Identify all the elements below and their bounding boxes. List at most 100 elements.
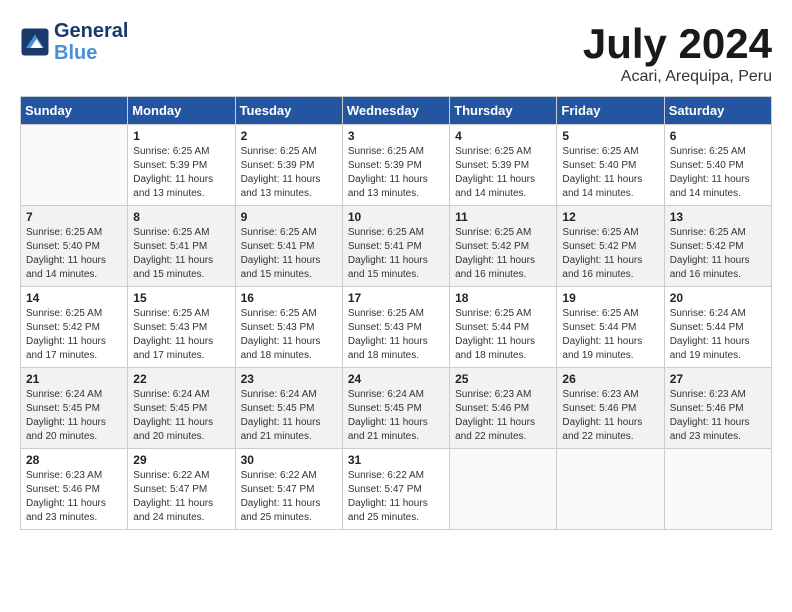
- day-number: 24: [348, 372, 444, 386]
- calendar-cell: 9 Sunrise: 6:25 AM Sunset: 5:41 PM Daylig…: [235, 206, 342, 287]
- location-subtitle: Acari, Arequipa, Peru: [583, 68, 772, 86]
- day-info: Sunrise: 6:25 AM Sunset: 5:41 PM Dayligh…: [133, 226, 229, 282]
- calendar-cell: [557, 449, 664, 530]
- day-info: Sunrise: 6:25 AM Sunset: 5:42 PM Dayligh…: [670, 226, 766, 282]
- day-info: Sunrise: 6:24 AM Sunset: 5:45 PM Dayligh…: [348, 388, 444, 444]
- calendar-week-row: 7 Sunrise: 6:25 AM Sunset: 5:40 PM Daylig…: [21, 206, 772, 287]
- calendar-cell: 6 Sunrise: 6:25 AM Sunset: 5:40 PM Daylig…: [664, 125, 771, 206]
- calendar-cell: 24 Sunrise: 6:24 AM Sunset: 5:45 PM Dayli…: [342, 368, 449, 449]
- logo: General Blue: [20, 20, 128, 64]
- calendar-cell: 8 Sunrise: 6:25 AM Sunset: 5:41 PM Daylig…: [128, 206, 235, 287]
- day-header-tuesday: Tuesday: [235, 97, 342, 125]
- day-info: Sunrise: 6:25 AM Sunset: 5:41 PM Dayligh…: [241, 226, 337, 282]
- day-number: 8: [133, 210, 229, 224]
- calendar-week-row: 1 Sunrise: 6:25 AM Sunset: 5:39 PM Daylig…: [21, 125, 772, 206]
- day-header-saturday: Saturday: [664, 97, 771, 125]
- day-number: 7: [26, 210, 122, 224]
- page-header: General Blue July 2024 Acari, Arequipa, …: [20, 20, 772, 86]
- calendar-cell: 18 Sunrise: 6:25 AM Sunset: 5:44 PM Dayli…: [450, 287, 557, 368]
- day-info: Sunrise: 6:25 AM Sunset: 5:42 PM Dayligh…: [26, 307, 122, 363]
- calendar-header-row: SundayMondayTuesdayWednesdayThursdayFrid…: [21, 97, 772, 125]
- calendar-cell: 19 Sunrise: 6:25 AM Sunset: 5:44 PM Dayli…: [557, 287, 664, 368]
- logo-text-line1: General: [54, 20, 128, 42]
- day-info: Sunrise: 6:25 AM Sunset: 5:44 PM Dayligh…: [562, 307, 658, 363]
- day-number: 3: [348, 129, 444, 143]
- calendar-cell: 16Sunrise: 6:25 AM Sunset: 5:43 PM Dayli…: [235, 287, 342, 368]
- logo-text-line2: Blue: [54, 42, 128, 64]
- day-number: 23: [241, 372, 337, 386]
- day-header-monday: Monday: [128, 97, 235, 125]
- day-info: Sunrise: 6:25 AM Sunset: 5:39 PM Dayligh…: [348, 145, 444, 201]
- day-number: 20: [670, 291, 766, 305]
- day-number: 30: [241, 453, 337, 467]
- day-number: 13: [670, 210, 766, 224]
- day-number: 9: [241, 210, 337, 224]
- day-info: Sunrise: 6:25 AM Sunset: 5:39 PM Dayligh…: [455, 145, 551, 201]
- day-info: Sunrise: 6:22 AM Sunset: 5:47 PM Dayligh…: [133, 469, 229, 525]
- calendar-cell: 17 Sunrise: 6:25 AM Sunset: 5:43 PM Dayli…: [342, 287, 449, 368]
- day-number: 26: [562, 372, 658, 386]
- day-info: Sunrise: 6:23 AM Sunset: 5:46 PM Dayligh…: [26, 469, 122, 525]
- day-info: Sunrise: 6:25 AM Sunset: 5:40 PM Dayligh…: [562, 145, 658, 201]
- day-info: Sunrise: 6:25 AM Sunset: 5:40 PM Dayligh…: [26, 226, 122, 282]
- day-number: 11: [455, 210, 551, 224]
- day-info: Sunrise: 6:25 AM Sunset: 5:43 PM Dayligh…: [348, 307, 444, 363]
- calendar-table: SundayMondayTuesdayWednesdayThursdayFrid…: [20, 96, 772, 530]
- calendar-cell: 30Sunrise: 6:22 AM Sunset: 5:47 PM Dayli…: [235, 449, 342, 530]
- day-info: Sunrise: 6:25 AM Sunset: 5:39 PM Dayligh…: [241, 145, 337, 201]
- day-number: 27: [670, 372, 766, 386]
- day-number: 18: [455, 291, 551, 305]
- calendar-cell: 7 Sunrise: 6:25 AM Sunset: 5:40 PM Daylig…: [21, 206, 128, 287]
- day-number: 25: [455, 372, 551, 386]
- day-number: 15: [133, 291, 229, 305]
- calendar-week-row: 28Sunrise: 6:23 AM Sunset: 5:46 PM Dayli…: [21, 449, 772, 530]
- calendar-cell: 4Sunrise: 6:25 AM Sunset: 5:39 PM Daylig…: [450, 125, 557, 206]
- calendar-cell: 20 Sunrise: 6:24 AM Sunset: 5:44 PM Dayli…: [664, 287, 771, 368]
- day-info: Sunrise: 6:25 AM Sunset: 5:42 PM Dayligh…: [455, 226, 551, 282]
- calendar-cell: 25 Sunrise: 6:23 AM Sunset: 5:46 PM Dayli…: [450, 368, 557, 449]
- title-block: July 2024 Acari, Arequipa, Peru: [583, 20, 772, 86]
- day-info: Sunrise: 6:25 AM Sunset: 5:43 PM Dayligh…: [241, 307, 337, 363]
- day-number: 12: [562, 210, 658, 224]
- calendar-cell: 29 Sunrise: 6:22 AM Sunset: 5:47 PM Dayli…: [128, 449, 235, 530]
- day-number: 14: [26, 291, 122, 305]
- calendar-cell: [450, 449, 557, 530]
- day-info: Sunrise: 6:24 AM Sunset: 5:45 PM Dayligh…: [26, 388, 122, 444]
- day-number: 21: [26, 372, 122, 386]
- month-title: July 2024: [583, 20, 772, 68]
- calendar-cell: 1 Sunrise: 6:25 AM Sunset: 5:39 PM Daylig…: [128, 125, 235, 206]
- calendar-cell: 15 Sunrise: 6:25 AM Sunset: 5:43 PM Dayli…: [128, 287, 235, 368]
- calendar-cell: 14 Sunrise: 6:25 AM Sunset: 5:42 PM Dayli…: [21, 287, 128, 368]
- calendar-cell: 23 Sunrise: 6:24 AM Sunset: 5:45 PM Dayli…: [235, 368, 342, 449]
- day-number: 2: [241, 129, 337, 143]
- day-number: 19: [562, 291, 658, 305]
- day-number: 29: [133, 453, 229, 467]
- calendar-cell: 26 Sunrise: 6:23 AM Sunset: 5:46 PM Dayli…: [557, 368, 664, 449]
- day-info: Sunrise: 6:23 AM Sunset: 5:46 PM Dayligh…: [455, 388, 551, 444]
- day-info: Sunrise: 6:23 AM Sunset: 5:46 PM Dayligh…: [670, 388, 766, 444]
- calendar-week-row: 21 Sunrise: 6:24 AM Sunset: 5:45 PM Dayli…: [21, 368, 772, 449]
- day-info: Sunrise: 6:25 AM Sunset: 5:39 PM Dayligh…: [133, 145, 229, 201]
- calendar-cell: 13 Sunrise: 6:25 AM Sunset: 5:42 PM Dayli…: [664, 206, 771, 287]
- calendar-cell: 11 Sunrise: 6:25 AM Sunset: 5:42 PM Dayli…: [450, 206, 557, 287]
- calendar-cell: 27 Sunrise: 6:23 AM Sunset: 5:46 PM Dayli…: [664, 368, 771, 449]
- day-info: Sunrise: 6:24 AM Sunset: 5:44 PM Dayligh…: [670, 307, 766, 363]
- day-number: 6: [670, 129, 766, 143]
- day-info: Sunrise: 6:22 AM Sunset: 5:47 PM Dayligh…: [348, 469, 444, 525]
- calendar-cell: [21, 125, 128, 206]
- day-number: 1: [133, 129, 229, 143]
- calendar-cell: [664, 449, 771, 530]
- day-number: 10: [348, 210, 444, 224]
- calendar-cell: 12Sunrise: 6:25 AM Sunset: 5:42 PM Dayli…: [557, 206, 664, 287]
- day-info: Sunrise: 6:25 AM Sunset: 5:44 PM Dayligh…: [455, 307, 551, 363]
- calendar-cell: 22Sunrise: 6:24 AM Sunset: 5:45 PM Dayli…: [128, 368, 235, 449]
- day-info: Sunrise: 6:25 AM Sunset: 5:40 PM Dayligh…: [670, 145, 766, 201]
- day-info: Sunrise: 6:25 AM Sunset: 5:43 PM Dayligh…: [133, 307, 229, 363]
- calendar-week-row: 14 Sunrise: 6:25 AM Sunset: 5:42 PM Dayli…: [21, 287, 772, 368]
- calendar-cell: 28Sunrise: 6:23 AM Sunset: 5:46 PM Dayli…: [21, 449, 128, 530]
- day-info: Sunrise: 6:23 AM Sunset: 5:46 PM Dayligh…: [562, 388, 658, 444]
- day-header-friday: Friday: [557, 97, 664, 125]
- day-info: Sunrise: 6:24 AM Sunset: 5:45 PM Dayligh…: [241, 388, 337, 444]
- day-number: 31: [348, 453, 444, 467]
- day-number: 17: [348, 291, 444, 305]
